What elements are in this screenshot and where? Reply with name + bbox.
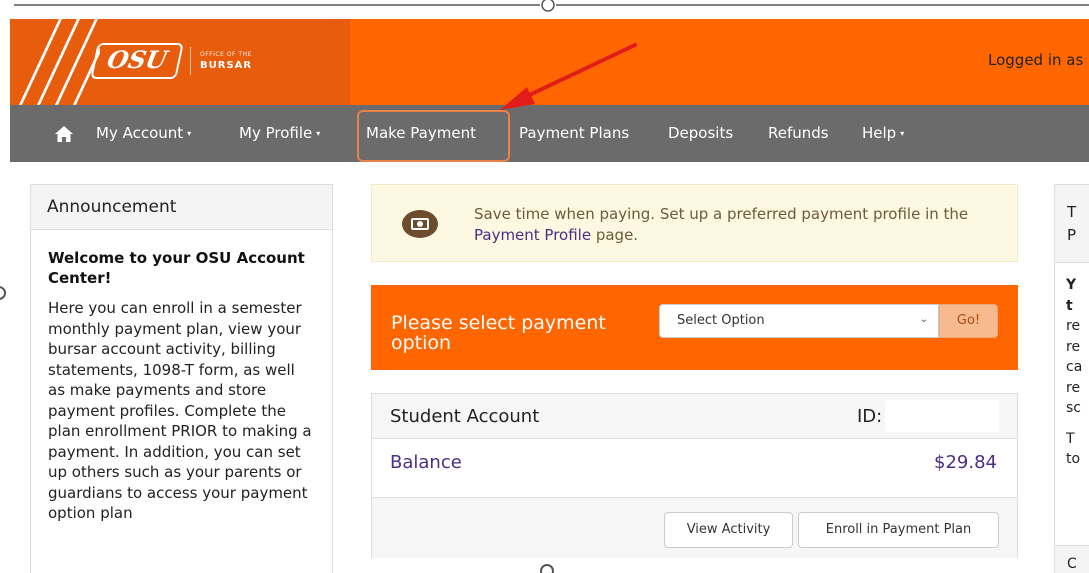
student-id-label: ID: xyxy=(857,406,883,427)
home-icon[interactable] xyxy=(54,125,74,143)
announcement-title: Welcome to your OSU Account Center! xyxy=(48,249,305,287)
view-activity-button[interactable]: View Activity xyxy=(664,512,793,548)
header-stripes xyxy=(10,19,100,105)
student-account-footer: View Activity Enroll in Payment Plan xyxy=(372,497,1017,558)
make-payment-highlight xyxy=(357,110,510,162)
nav-my-profile[interactable]: My Profile ▾ xyxy=(239,105,320,162)
right-card-line: sc xyxy=(1066,400,1081,416)
right-card-line: re xyxy=(1066,379,1081,396)
nav-help-label: Help xyxy=(862,124,897,142)
student-id-value xyxy=(885,400,999,432)
balance-link[interactable]: Balance xyxy=(390,452,462,473)
payment-option-label: Please select payment option xyxy=(391,312,606,354)
right-card-head-line: P xyxy=(1067,226,1077,244)
right-card-line: re xyxy=(1066,338,1081,355)
student-account-header: Student Account ID: xyxy=(372,394,1017,439)
notice-text-before: Save time when paying. Set up a preferre… xyxy=(474,205,969,223)
window-edge-handle xyxy=(0,286,6,300)
student-account-title: Student Account xyxy=(390,406,540,427)
right-card-line: T xyxy=(1066,430,1075,447)
nav-deposits-label: Deposits xyxy=(668,124,734,142)
logged-in-text: Logged in as xyxy=(988,51,1084,69)
right-card-line: t xyxy=(1066,297,1073,314)
right-card-line: Y xyxy=(1066,277,1077,293)
logo-sub-small: OFFICE OF THE xyxy=(200,51,252,58)
announcement-header: Announcement xyxy=(31,185,332,230)
notice-text: Save time when paying. Set up a preferre… xyxy=(474,204,994,246)
red-arrow-annotation xyxy=(500,43,637,110)
bursar-logo-text: OFFICE OF THE BURSAR xyxy=(200,52,252,71)
enroll-payment-plan-button[interactable]: Enroll in Payment Plan xyxy=(798,512,999,548)
nav-refunds-label: Refunds xyxy=(768,124,829,142)
nav-refunds[interactable]: Refunds xyxy=(768,105,829,162)
select-value: Select Option xyxy=(677,313,765,328)
window-edge-handle xyxy=(540,564,554,573)
nav-my-profile-label: My Profile xyxy=(239,124,313,142)
nav-deposits[interactable]: Deposits xyxy=(668,105,733,162)
chevron-down-icon: ▾ xyxy=(316,129,321,138)
right-card-body: Y t re re ca re sc T to xyxy=(1055,263,1089,470)
student-account-card: Student Account ID: Balance $29.84 View … xyxy=(371,393,1018,558)
right-card-line: to xyxy=(1066,451,1081,467)
right-card-line: ca xyxy=(1066,359,1083,375)
logo-divider xyxy=(190,47,191,75)
chevron-down-icon: ⌄ xyxy=(919,314,928,325)
chevron-down-icon: ▾ xyxy=(900,129,905,138)
right-card-header: T P xyxy=(1055,185,1089,263)
osu-logo[interactable]: OSU xyxy=(90,43,184,79)
payment-option-bar: Please select payment option Select Opti… xyxy=(371,285,1018,370)
go-button[interactable]: Go! xyxy=(939,304,998,338)
payment-option-select[interactable]: Select Option ⌄ xyxy=(659,304,939,338)
notice-text-after: page. xyxy=(591,226,639,244)
page: OSU OFFICE OF THE BURSAR Logged in as My… xyxy=(0,0,1089,573)
right-card-head-line: T xyxy=(1067,203,1077,221)
announcement-body: Welcome to your OSU Account Center! Here… xyxy=(31,230,332,524)
nav-my-account[interactable]: My Account ▾ xyxy=(96,105,191,162)
right-card-line: re xyxy=(1066,318,1081,334)
balance-value[interactable]: $29.84 xyxy=(934,452,997,473)
window-top-edge xyxy=(14,0,1089,12)
announcement-text: Here you can enroll in a semester monthl… xyxy=(48,299,312,522)
nav-payment-plans-label: Payment Plans xyxy=(519,124,630,142)
money-icon xyxy=(402,210,438,238)
chevron-down-icon: ▾ xyxy=(187,129,192,138)
payment-profile-link[interactable]: Payment Profile xyxy=(474,226,591,244)
payment-profile-notice: Save time when paying. Set up a preferre… xyxy=(371,184,1018,262)
announcement-card: Announcement Welcome to your OSU Account… xyxy=(30,184,333,573)
nav-my-account-label: My Account xyxy=(96,124,184,142)
right-side-card: T P Y t re re ca re sc T to C xyxy=(1054,184,1089,573)
right-card-bottom: C xyxy=(1055,545,1089,573)
nav-help[interactable]: Help ▾ xyxy=(862,105,904,162)
logo-sub-big: BURSAR xyxy=(200,60,253,71)
